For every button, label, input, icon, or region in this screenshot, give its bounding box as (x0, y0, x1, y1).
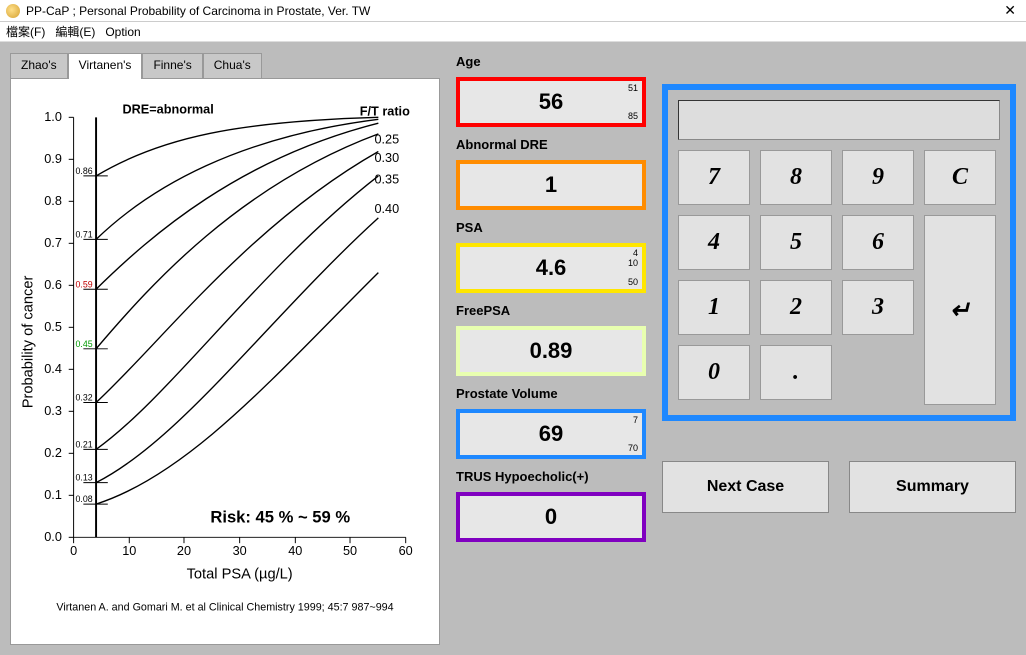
svg-text:0.86: 0.86 (76, 166, 93, 176)
chart-svg: DRE=abnormal F/T ratio 0.0 0.1 0.2 0.3 0… (15, 83, 435, 640)
psa-min: 4 (633, 248, 638, 258)
key-clear[interactable]: C (924, 150, 996, 205)
ytick: 0.6 (44, 278, 62, 292)
fields-column: Age 56 51 85 Abnormal DRE 1 PSA 4.6 4 10… (456, 52, 646, 645)
xtick: 0 (70, 544, 77, 558)
curve-label: 0.30 (374, 151, 399, 165)
menu-option[interactable]: Option (105, 25, 140, 39)
ytick: 1.0 (44, 110, 62, 124)
left-panel: Zhao's Virtanen's Finne's Chua's DRE=abn… (10, 52, 440, 645)
window-title: PP-CaP ; Personal Probability of Carcino… (26, 4, 1000, 18)
fpsa-value: 0.89 (530, 338, 573, 364)
key-9[interactable]: 9 (842, 150, 914, 205)
xtick: 10 (122, 544, 136, 558)
menubar: 檔案(F) 編輯(E) Option (0, 22, 1026, 42)
key-dot[interactable]: . (760, 345, 832, 400)
chart-citation: Virtanen A. and Gomari M. et al Clinical… (56, 602, 393, 614)
chart-panel: DRE=abnormal F/T ratio 0.0 0.1 0.2 0.3 0… (10, 78, 440, 645)
psa-value: 4.6 (536, 255, 567, 281)
ytick: 0.9 (44, 152, 62, 166)
xtick: 60 (399, 544, 413, 558)
key-8[interactable]: 8 (760, 150, 832, 205)
psa-mid: 10 (628, 258, 638, 268)
tab-zhao[interactable]: Zhao's (10, 53, 68, 79)
svg-text:0.13: 0.13 (76, 473, 93, 483)
key-4[interactable]: 4 (678, 215, 750, 270)
right-column: 7 8 9 4 5 6 1 2 3 0 (662, 52, 1016, 645)
app-icon (6, 4, 20, 18)
ytick: 0.3 (44, 404, 62, 418)
volume-value: 69 (539, 421, 563, 447)
close-icon[interactable]: ✕ (1000, 2, 1020, 19)
dre-value: 1 (545, 172, 557, 198)
ytick: 0.1 (44, 488, 62, 502)
svg-text:0.71: 0.71 (76, 229, 93, 239)
key-7[interactable]: 7 (678, 150, 750, 205)
ytick: 0.7 (44, 236, 62, 250)
summary-button[interactable]: Summary (849, 461, 1016, 513)
tabstrip: Zhao's Virtanen's Finne's Chua's (10, 52, 440, 78)
ytick: 0.0 (44, 530, 62, 544)
ytick: 0.2 (44, 446, 62, 460)
svg-text:0.59: 0.59 (76, 279, 93, 289)
xtick: 30 (233, 544, 247, 558)
keypad: 7 8 9 4 5 6 1 2 3 0 (662, 84, 1016, 421)
chart-markers: 0.86 0.71 0.59 0.45 0.32 0.21 0.13 0.08 (76, 166, 108, 504)
ytick: 0.5 (44, 320, 62, 334)
curve-label: 0.40 (374, 202, 399, 216)
key-enter[interactable]: ↵ (924, 215, 996, 405)
key-5[interactable]: 5 (760, 215, 832, 270)
xtick: 50 (343, 544, 357, 558)
chart-dre-label: DRE=abnormal (122, 102, 213, 116)
ytick: 0.4 (44, 362, 62, 376)
ytick: 0.8 (44, 194, 62, 208)
key-6[interactable]: 6 (842, 215, 914, 270)
volume-label: Prostate Volume (456, 386, 646, 401)
next-case-button[interactable]: Next Case (662, 461, 829, 513)
menu-file[interactable]: 檔案(F) (6, 23, 45, 40)
trus-field[interactable]: 0 (456, 492, 646, 542)
svg-text:0.45: 0.45 (76, 339, 93, 349)
curve-label: 0.35 (374, 173, 399, 187)
chart-curves (96, 117, 378, 504)
tab-finne[interactable]: Finne's (142, 53, 202, 79)
chart-ylabel: Probability of cancer (21, 276, 37, 409)
titlebar: PP-CaP ; Personal Probability of Carcino… (0, 0, 1026, 22)
psa-label: PSA (456, 220, 646, 235)
xtick: 40 (288, 544, 302, 558)
fpsa-label: FreePSA (456, 303, 646, 318)
age-field[interactable]: 56 51 85 (456, 77, 646, 127)
svg-text:0.08: 0.08 (76, 494, 93, 504)
xtick: 20 (177, 544, 191, 558)
dre-label: Abnormal DRE (456, 137, 646, 152)
key-2[interactable]: 2 (760, 280, 832, 335)
volume-min: 7 (633, 415, 638, 425)
fpsa-field[interactable]: 0.89 (456, 326, 646, 376)
chart-risk-text: Risk: 45 % ~ 59 % (210, 508, 350, 527)
keypad-display[interactable] (678, 100, 1000, 140)
psa-field[interactable]: 4.6 4 10 50 (456, 243, 646, 293)
psa-max: 50 (628, 277, 638, 287)
svg-text:0.21: 0.21 (76, 439, 93, 449)
volume-max: 70 (628, 443, 638, 453)
trus-label: TRUS Hypoecholic(+) (456, 469, 646, 484)
menu-edit[interactable]: 編輯(E) (55, 23, 95, 40)
age-max: 85 (628, 111, 638, 121)
chart-ftratio-label: F/T ratio (360, 104, 410, 118)
dre-field[interactable]: 1 (456, 160, 646, 210)
age-label: Age (456, 54, 646, 69)
key-3[interactable]: 3 (842, 280, 914, 335)
tab-chua[interactable]: Chua's (203, 53, 262, 79)
chart-xlabel: Total PSA (µg/L) (187, 566, 293, 582)
tab-virtanen[interactable]: Virtanen's (68, 53, 143, 79)
trus-value: 0 (545, 504, 557, 530)
svg-text:0.32: 0.32 (76, 393, 93, 403)
volume-field[interactable]: 69 7 70 (456, 409, 646, 459)
key-1[interactable]: 1 (678, 280, 750, 335)
workspace: Zhao's Virtanen's Finne's Chua's DRE=abn… (0, 42, 1026, 655)
key-0[interactable]: 0 (678, 345, 750, 400)
age-value: 56 (539, 89, 563, 115)
age-min: 51 (628, 83, 638, 93)
curve-label: 0.25 (374, 133, 399, 147)
